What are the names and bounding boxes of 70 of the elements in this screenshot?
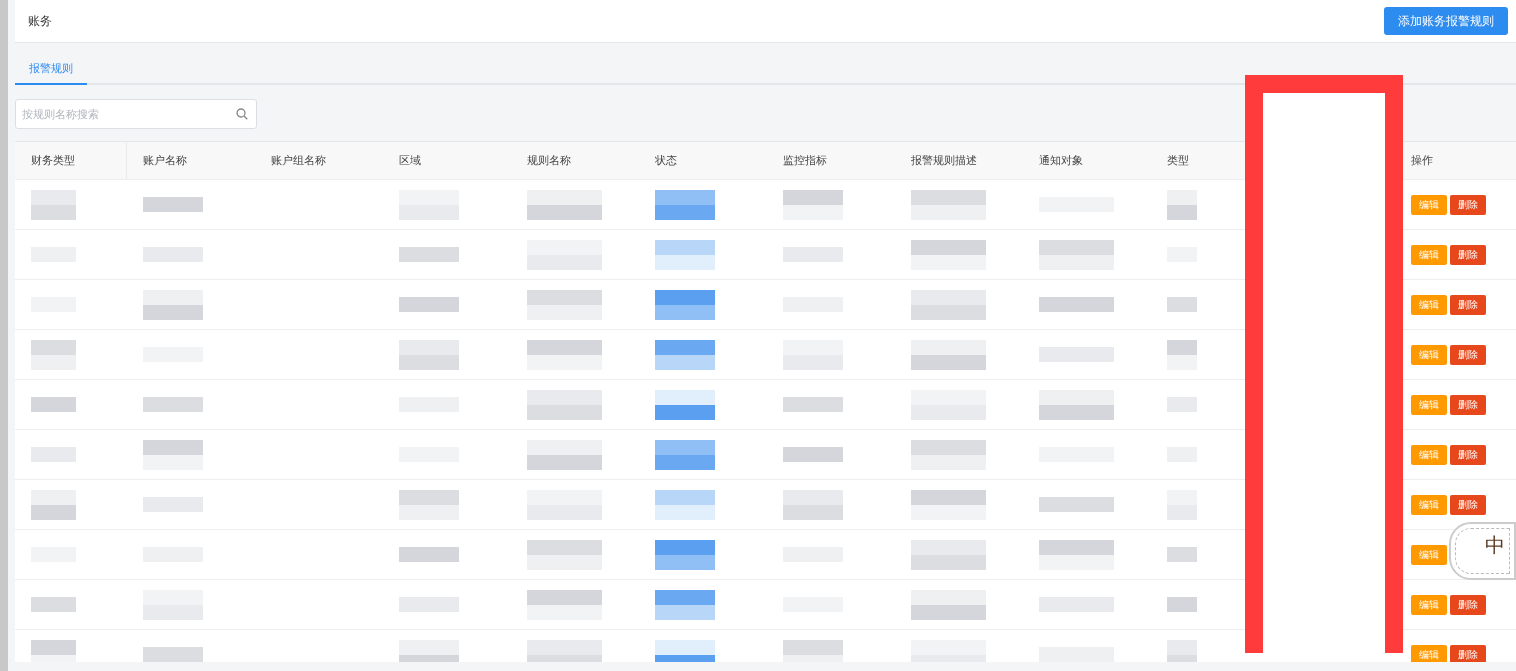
edit-button[interactable]: 编辑 [1411, 394, 1447, 415]
edit-button[interactable]: 编辑 [1411, 294, 1447, 315]
tab[interactable]: 报警规则 [15, 57, 87, 85]
column-header: 类型 [1167, 153, 1189, 168]
blurred-text [655, 289, 715, 320]
blurred-text [399, 247, 459, 262]
delete-button[interactable]: 删除 [1450, 244, 1486, 265]
edit-button[interactable]: 编辑 [1411, 544, 1447, 565]
column-header: 账户名称 [143, 153, 187, 168]
ime-badge[interactable]: 中 [1449, 522, 1516, 580]
blurred-text [143, 439, 203, 470]
edit-button[interactable]: 编辑 [1411, 494, 1447, 515]
column-header: 状态 [655, 153, 677, 168]
blurred-text [1167, 189, 1197, 220]
blurred-text [31, 339, 76, 370]
blurred-text [1167, 547, 1197, 562]
blurred-text [143, 397, 203, 412]
blurred-text [655, 389, 715, 420]
delete-button[interactable]: 删除 [1450, 444, 1486, 465]
blurred-text [783, 447, 843, 462]
blurred-text [783, 397, 843, 412]
blurred-text [655, 639, 715, 662]
delete-button[interactable]: 删除 [1450, 594, 1486, 615]
page-title: 账务 [28, 12, 52, 30]
column-header: 规则名称 [527, 153, 571, 168]
edit-button[interactable]: 编辑 [1411, 244, 1447, 265]
blurred-text [655, 589, 715, 620]
edit-button[interactable]: 编辑 [1411, 344, 1447, 365]
column-header: 报警规则描述 [911, 153, 977, 168]
blurred-text [1167, 297, 1197, 312]
edit-button[interactable]: 编辑 [1411, 194, 1447, 215]
add-rule-button[interactable]: 添加账务报警规则 [1384, 7, 1508, 35]
blurred-text [31, 189, 76, 220]
blurred-text [655, 189, 715, 220]
delete-button[interactable]: 删除 [1450, 394, 1486, 415]
blurred-text [1167, 339, 1197, 370]
delete-button[interactable]: 删除 [1450, 344, 1486, 365]
edit-button[interactable]: 编辑 [1411, 644, 1447, 662]
blurred-text [783, 189, 843, 220]
blurred-text [31, 639, 76, 662]
blurred-text [31, 397, 76, 412]
blurred-text [143, 197, 203, 212]
blurred-text [399, 547, 459, 562]
column-header: 监控指标 [783, 153, 827, 168]
search-icon[interactable] [236, 108, 248, 120]
delete-button[interactable]: 删除 [1450, 644, 1486, 662]
search-field[interactable]: 按规则名称搜索 [15, 99, 257, 129]
column-header: 区域 [399, 153, 421, 168]
blurred-text [783, 489, 843, 520]
blurred-text [1167, 597, 1197, 612]
blurred-text [655, 539, 715, 570]
blurred-text [655, 239, 715, 270]
delete-button[interactable]: 删除 [1450, 194, 1486, 215]
blurred-text [399, 339, 459, 370]
column-header: 通知对象 [1039, 153, 1083, 168]
blurred-text [655, 339, 715, 370]
column-header: 财务类型 [31, 153, 75, 168]
blurred-text [399, 489, 459, 520]
blurred-text [31, 597, 76, 612]
column-header: 操作 [1411, 153, 1433, 168]
blurred-text [655, 489, 715, 520]
column-header: 账户组名称 [271, 153, 326, 168]
blurred-text [143, 289, 203, 320]
blurred-text [655, 439, 715, 470]
blurred-text [399, 297, 459, 312]
edit-button[interactable]: 编辑 [1411, 594, 1447, 615]
edit-button[interactable]: 编辑 [1411, 444, 1447, 465]
blurred-text [31, 489, 76, 520]
delete-button[interactable]: 删除 [1450, 494, 1486, 515]
delete-button[interactable]: 删除 [1450, 294, 1486, 315]
